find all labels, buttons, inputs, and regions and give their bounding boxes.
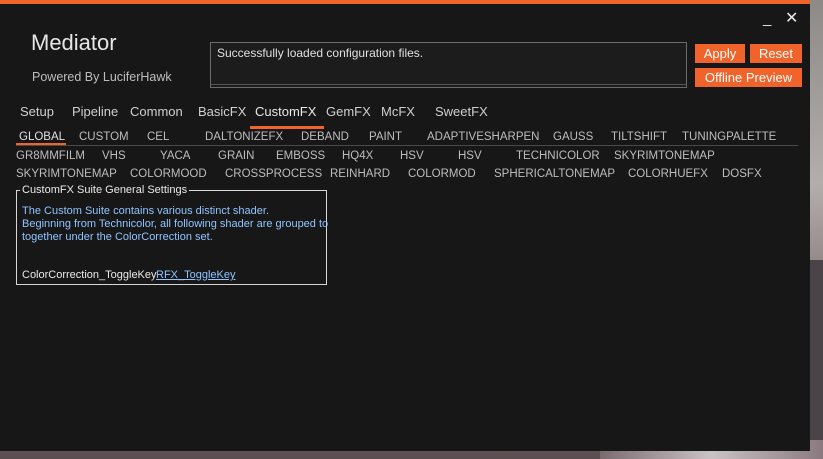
subtab-global[interactable]: GLOBAL [19, 131, 65, 143]
subtab-grain[interactable]: GRAIN [218, 150, 254, 162]
settings-description-line: together under the ColorCorrection set. [22, 231, 213, 243]
subtab-crossprocess[interactable]: CROSSPROCESS [225, 168, 322, 180]
tab-common[interactable]: Common [130, 104, 183, 119]
status-message: Successfully loaded configuration files. [217, 46, 424, 60]
active-tab-indicator [250, 126, 324, 129]
subtab-custom[interactable]: CUSTOM [79, 131, 129, 143]
settings-description-line: The Custom Suite contains various distin… [22, 205, 270, 217]
tab-mcfx[interactable]: McFX [381, 104, 415, 119]
tab-sweetfx[interactable]: SweetFX [435, 104, 488, 119]
toggle-key-label: ColorCorrection_ToggleKey [22, 269, 157, 281]
subtab-divider [16, 145, 798, 146]
subtab-colorhuefx[interactable]: COLORHUEFX [628, 168, 708, 180]
subtab-adaptivesharpen[interactable]: ADAPTIVESHARPEN [427, 131, 539, 143]
subtab-emboss[interactable]: EMBOSS [276, 150, 325, 162]
tab-pipeline[interactable]: Pipeline [72, 104, 118, 119]
subtab-colormood[interactable]: COLORMOOD [130, 168, 207, 180]
subtab-reinhard[interactable]: REINHARD [330, 168, 390, 180]
offline-preview-button[interactable]: Offline Preview [695, 68, 802, 87]
settings-group-title: CustomFX Suite General Settings [20, 184, 190, 196]
toggle-key-link[interactable]: RFX_ToggleKey [156, 269, 236, 281]
app-subtitle: Powered By LuciferHawk [32, 70, 172, 84]
app-window: _ ✕ Mediator Powered By LuciferHawk Succ… [0, 0, 810, 451]
tab-basicfx[interactable]: BasicFX [198, 104, 246, 119]
subtab-yaca[interactable]: YACA [160, 150, 190, 162]
subtab-dosfx[interactable]: DOSFX [722, 168, 762, 180]
apply-button[interactable]: Apply [695, 44, 745, 63]
subtab-cel[interactable]: CEL [147, 131, 169, 143]
subtab-gauss[interactable]: GAUSS [553, 131, 593, 143]
subtab-hsv[interactable]: HSV [400, 150, 424, 162]
subtab-skyrimtonemap[interactable]: SKYRIMTONEMAP [614, 150, 715, 162]
subtab-hq4x[interactable]: HQ4X [342, 150, 373, 162]
app-title: Mediator [31, 30, 117, 55]
close-icon[interactable]: ✕ [785, 11, 798, 27]
subtab-hsv-2[interactable]: HSV [458, 150, 482, 162]
settings-description-line: Beginning from Technicolor, all followin… [22, 218, 329, 230]
tab-customfx[interactable]: CustomFX [255, 104, 316, 119]
subtab-deband[interactable]: DEBAND [301, 131, 349, 143]
subtab-gr8mmfilm[interactable]: GR8MMFILM [16, 150, 85, 162]
tab-setup[interactable]: Setup [20, 104, 54, 119]
subtab-technicolor[interactable]: TECHNICOLOR [516, 150, 600, 162]
subtab-skyrimtonemap-2[interactable]: SKYRIMTONEMAP [16, 168, 117, 180]
minimize-icon[interactable]: _ [763, 11, 771, 26]
subtab-colormod[interactable]: COLORMOD [408, 168, 476, 180]
subtab-paint[interactable]: PAINT [369, 131, 402, 143]
status-divider [211, 84, 686, 85]
subtab-tiltshift[interactable]: TILTSHIFT [611, 131, 667, 143]
subtab-vhs[interactable]: VHS [102, 150, 126, 162]
background-building [810, 260, 823, 459]
subtab-sphericaltonemap[interactable]: SPHERICALTONEMAP [494, 168, 615, 180]
subtab-tuningpalette[interactable]: TUNINGPALETTE [682, 131, 776, 143]
subtab-daltonizefx[interactable]: DALTONIZEFX [205, 131, 283, 143]
status-log: Successfully loaded configuration files. [210, 42, 687, 88]
tab-gemfx[interactable]: GemFX [326, 104, 371, 119]
reset-button[interactable]: Reset [750, 44, 802, 63]
